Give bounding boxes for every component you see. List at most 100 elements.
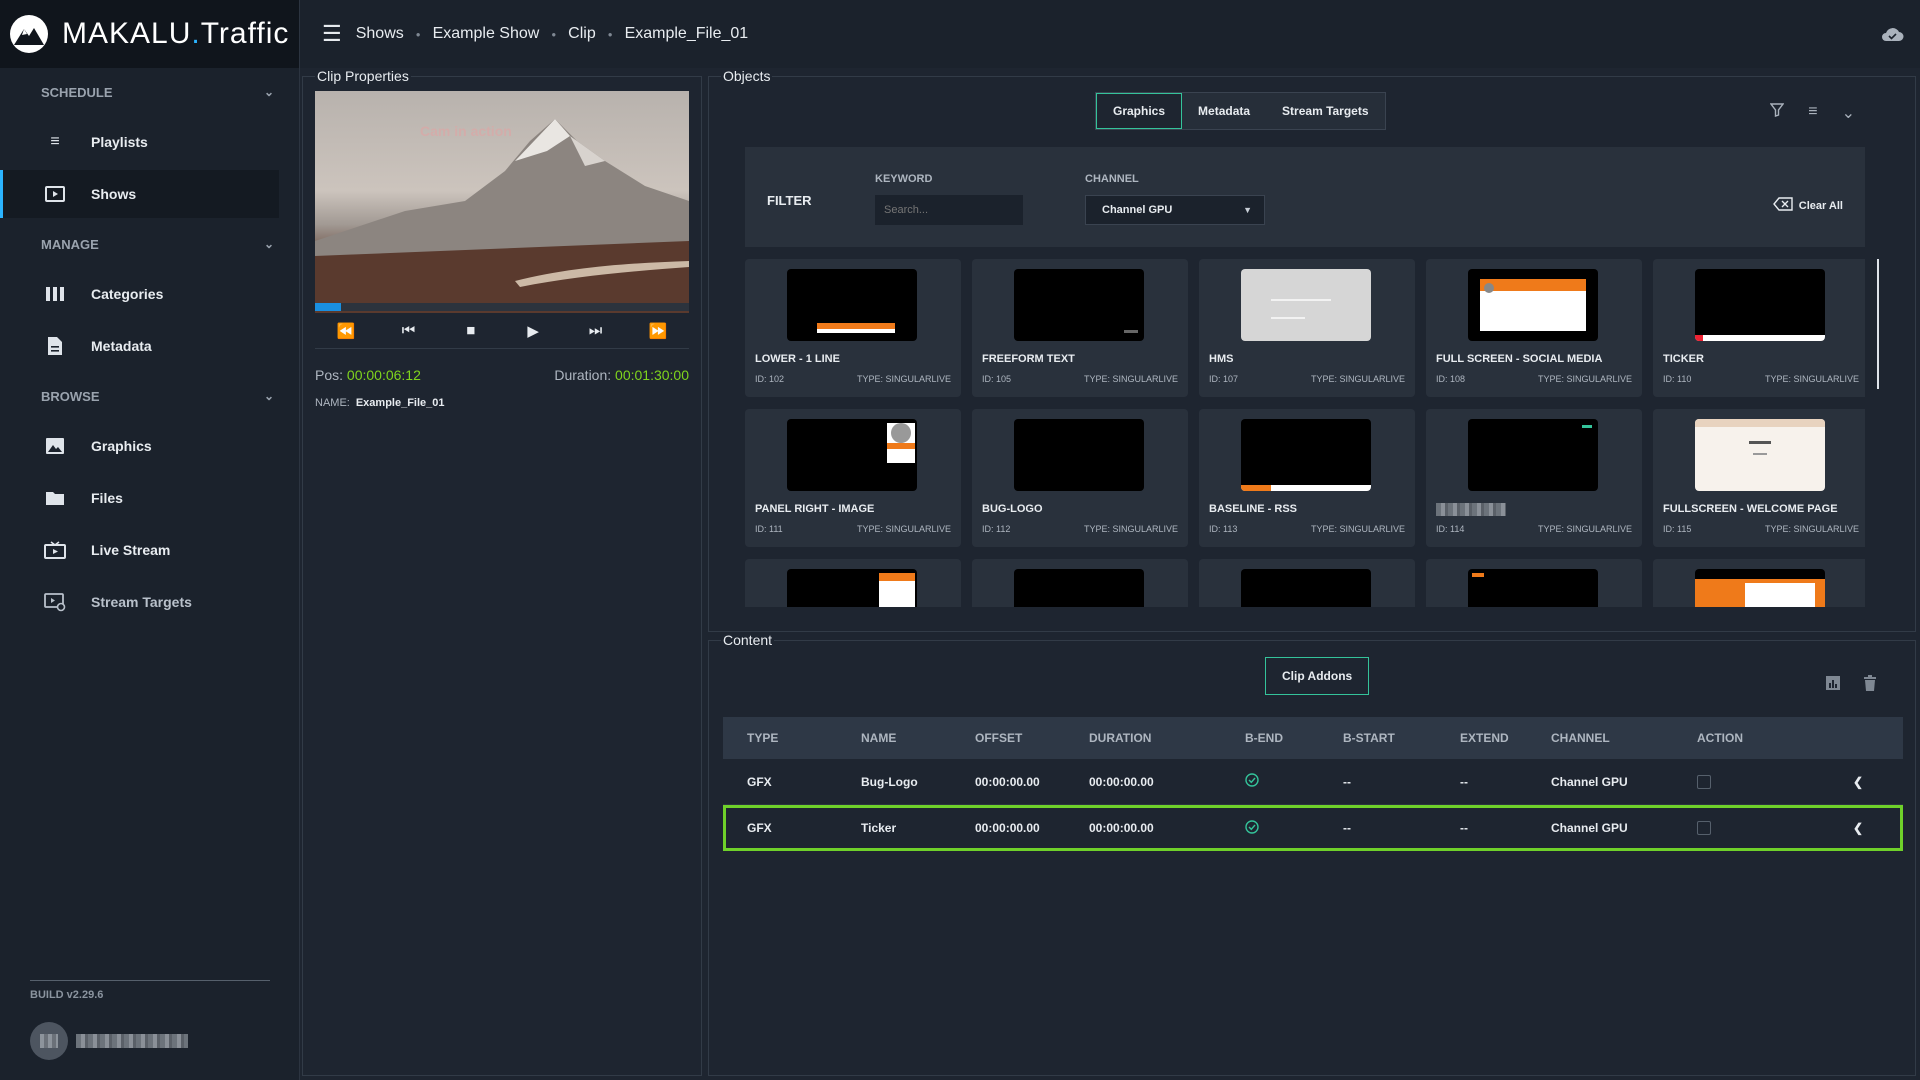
skip-forward-icon[interactable]: ⏭ — [580, 322, 610, 339]
table-row-selected[interactable]: GFX Ticker 00:00:00.00 00:00:00.00 -- --… — [723, 805, 1903, 851]
graphic-card[interactable]: FREEFORM TEXT ID: 105 TYPE: SINGULARLIVE — [972, 259, 1188, 397]
graphic-type: TYPE: SINGULARLIVE — [1310, 524, 1405, 534]
graphic-card[interactable]: BUG-LOGO ID: 112 TYPE: SINGULARLIVE — [972, 409, 1188, 547]
progress-fill — [315, 303, 342, 311]
cell-offset[interactable]: 00:00:00.00 — [975, 821, 1040, 835]
clip-properties-panel: Clip Properties Cam in action ⏪ ⏮ ■ ▶ ⏭ … — [302, 68, 702, 1076]
section-label: MANAGE — [41, 236, 99, 252]
filter-icon[interactable] — [1769, 103, 1785, 123]
breadcrumb-clip[interactable]: Clip — [568, 25, 596, 43]
graphic-card[interactable] — [1426, 559, 1642, 607]
panel-title: Content — [721, 632, 775, 648]
graphic-type: TYPE: SINGULARLIVE — [1083, 374, 1178, 384]
action-checkbox[interactable] — [1697, 774, 1711, 789]
clip-name-row: NAME: Example_File_01 — [315, 397, 445, 409]
channel-select-value: Channel GPU — [1102, 204, 1173, 216]
graphic-card[interactable] — [1653, 559, 1865, 607]
grid-scrollbar[interactable] — [1877, 259, 1879, 389]
channel-select[interactable]: Channel GPU ▼ — [1085, 195, 1265, 225]
clear-all-button[interactable]: Clear All — [1772, 197, 1843, 214]
skip-back-icon[interactable]: ⏮ — [393, 322, 423, 339]
content-toolbar — [1825, 675, 1877, 696]
sidebar-item-label: Files — [91, 490, 123, 506]
trash-icon[interactable] — [1863, 675, 1877, 696]
list-view-icon[interactable]: ≡ — [1808, 103, 1817, 123]
user-profile[interactable] — [30, 1022, 188, 1060]
keyword-search-input[interactable] — [875, 195, 1023, 225]
chevron-left-icon[interactable]: ❮ — [1853, 821, 1863, 835]
column-header: B-END — [1245, 731, 1283, 745]
graphic-card[interactable]: BASELINE - RSS ID: 113 TYPE: SINGULARLIV… — [1199, 409, 1415, 547]
sidebar-item-stream-targets[interactable]: Stream Targets — [0, 578, 279, 626]
graphic-thumbnail — [787, 419, 917, 491]
makalu-logo-icon — [10, 15, 48, 53]
graphic-name: BASELINE - RSS — [1209, 503, 1298, 515]
cell-extend: -- — [1460, 821, 1468, 835]
graphic-name: PANEL RIGHT - IMAGE — [755, 503, 875, 515]
sidebar-item-graphics[interactable]: Graphics — [0, 422, 279, 470]
graphic-card[interactable] — [1199, 559, 1415, 607]
chevron-down-icon[interactable]: ⌄ — [1842, 103, 1855, 123]
cell-channel[interactable]: Channel GPU — [1551, 775, 1628, 789]
graphic-card[interactable]: FULL SCREEN - SOCIAL MEDIA ID: 108 TYPE:… — [1426, 259, 1642, 397]
breadcrumb-shows[interactable]: Shows — [356, 25, 404, 43]
sidebar-item-categories[interactable]: Categories — [0, 270, 279, 318]
cell-channel[interactable]: Channel GPU — [1551, 821, 1628, 835]
graphic-card[interactable] — [745, 559, 961, 607]
action-checkbox[interactable] — [1697, 821, 1711, 835]
fast-forward-icon[interactable]: ⏩ — [643, 322, 673, 340]
breadcrumb-separator: ● — [415, 29, 421, 39]
graphic-card[interactable]: ID: 114 TYPE: SINGULARLIVE — [1426, 409, 1642, 547]
section-manage[interactable]: MANAGE ⌄ — [0, 222, 299, 266]
graphic-card[interactable]: TICKER ID: 110 TYPE: SINGULARLIVE — [1653, 259, 1865, 397]
cell-duration[interactable]: 00:00:00.00 — [1089, 821, 1154, 835]
sidebar-item-metadata[interactable]: Metadata — [0, 322, 279, 370]
graphic-thumbnail — [787, 269, 917, 341]
graphic-card[interactable]: HMS ID: 107 TYPE: SINGULARLIVE — [1199, 259, 1415, 397]
svg-text:Cam in action: Cam in action — [420, 123, 512, 139]
hamburger-menu-icon[interactable]: ☰ — [322, 21, 342, 47]
graphic-thumbnail — [1014, 269, 1144, 341]
graphic-card[interactable] — [972, 559, 1188, 607]
chevron-left-icon[interactable]: ❮ — [1853, 775, 1863, 789]
graphic-thumbnail — [1241, 419, 1371, 491]
sidebar-item-files[interactable]: Files — [0, 474, 279, 522]
section-schedule[interactable]: SCHEDULE ⌄ — [0, 70, 299, 114]
breadcrumb-separator: ● — [607, 29, 613, 39]
objects-toolbar: ≡ ⌄ — [1769, 103, 1855, 123]
section-label: BROWSE — [41, 388, 100, 404]
graphic-id: ID: 112 — [982, 524, 1011, 534]
position-readout: Pos: 00:00:06:12 — [315, 367, 421, 383]
video-preview[interactable]: Cam in action — [315, 91, 689, 313]
graphic-type: TYPE: SINGULARLIVE — [1083, 524, 1178, 534]
chart-icon[interactable] — [1825, 675, 1841, 696]
clip-addons-button[interactable]: Clip Addons — [1265, 657, 1370, 695]
graphic-card[interactable]: PANEL RIGHT - IMAGE ID: 111 TYPE: SINGUL… — [745, 409, 961, 547]
sidebar-item-shows[interactable]: Shows — [0, 170, 279, 218]
cell-type: GFX — [747, 821, 772, 835]
user-name-redacted — [76, 1034, 188, 1048]
tab-graphics[interactable]: Graphics — [1096, 93, 1183, 129]
table-row[interactable]: GFX Bug-Logo 00:00:00.00 00:00:00.00 -- … — [723, 759, 1903, 805]
playback-progress-bar[interactable] — [315, 303, 689, 311]
tab-metadata[interactable]: Metadata — [1182, 93, 1266, 129]
breadcrumb-file: Example_File_01 — [624, 25, 749, 42]
cloud-icon[interactable] — [1880, 22, 1904, 48]
graphic-card[interactable]: LOWER - 1 LINE ID: 102 TYPE: SINGULARLIV… — [745, 259, 961, 397]
stop-icon[interactable]: ■ — [456, 322, 486, 339]
graphic-card[interactable]: FULLSCREEN - WELCOME PAGE ID: 115 TYPE: … — [1653, 409, 1865, 547]
name-value: Example_File_01 — [355, 397, 445, 409]
sidebar-item-playlists[interactable]: ≡ Playlists — [0, 118, 279, 166]
cell-offset[interactable]: 00:00:00.00 — [975, 775, 1040, 789]
breadcrumb-example-show[interactable]: Example Show — [433, 25, 540, 43]
cell-duration[interactable]: 00:00:00.00 — [1089, 775, 1154, 789]
play-icon[interactable]: ▶ — [518, 322, 548, 340]
play-box-icon — [44, 183, 66, 205]
sidebar-item-live-stream[interactable]: Live Stream — [0, 526, 279, 574]
avatar — [30, 1022, 68, 1060]
tab-stream-targets[interactable]: Stream Targets — [1266, 93, 1384, 129]
check-circle-icon[interactable] — [1245, 773, 1259, 790]
rewind-icon[interactable]: ⏪ — [331, 322, 361, 340]
section-browse[interactable]: BROWSE ⌄ — [0, 374, 299, 418]
check-circle-icon[interactable] — [1245, 819, 1259, 837]
